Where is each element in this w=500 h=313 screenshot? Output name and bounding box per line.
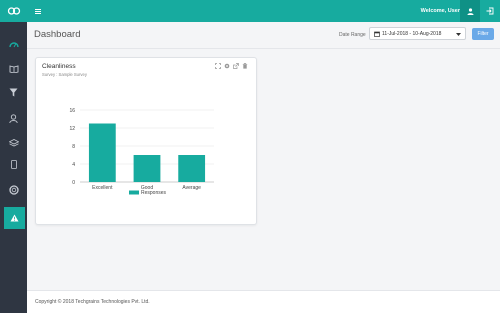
date-range-label: Date Range: [339, 32, 366, 38]
layers-icon: [8, 138, 19, 146]
sidebar-item-book[interactable]: [0, 58, 27, 80]
welcome-text: Welcome, User: [420, 8, 460, 14]
expand-icon[interactable]: [215, 63, 221, 69]
logo-icon[interactable]: [0, 0, 27, 22]
y-tick-label: 12: [69, 126, 75, 132]
y-tick-label: 8: [72, 144, 75, 150]
legend-swatch: [129, 190, 139, 195]
book-icon: [9, 65, 18, 73]
x-tick-label: Excellent: [92, 185, 113, 191]
sidebar-item-filter[interactable]: [0, 81, 27, 103]
y-tick-label: 4: [72, 162, 75, 168]
warning-icon: [10, 214, 19, 222]
card-subtitle: Survey : Sample Survey: [42, 72, 87, 77]
card-title: Cleanliness: [42, 63, 76, 70]
footer: Copyright © 2018 Techgrains Technologies…: [27, 290, 500, 313]
mobile-icon: [10, 159, 17, 169]
lifebuoy-icon: [8, 185, 19, 195]
chart-card: Cleanliness Survey : Sample Survey 0 4 8 12…: [35, 57, 257, 225]
filter-button[interactable]: Filter: [472, 28, 494, 40]
sidebar: [0, 22, 27, 313]
chevron-down-icon: [456, 33, 461, 36]
sidebar-item-mobile[interactable]: [0, 153, 27, 175]
page-header: Dashboard Date Range 11-Jul-2018 - 10-Au…: [27, 22, 500, 49]
legend-label: Responses: [141, 190, 167, 196]
page-title: Dashboard: [34, 29, 81, 40]
sidebar-item-layers[interactable]: [0, 132, 27, 154]
date-range-value: 11-Jul-2018 - 10-Aug-2018: [382, 31, 442, 37]
user-icon: [9, 113, 18, 123]
y-tick-label: 0: [72, 180, 75, 186]
trash-icon[interactable]: [242, 63, 248, 69]
date-range-picker[interactable]: 11-Jul-2018 - 10-Aug-2018: [369, 27, 466, 40]
user-icon[interactable]: [460, 0, 480, 22]
gear-icon[interactable]: [224, 63, 230, 69]
bar: [178, 155, 206, 182]
filter-icon: [9, 88, 18, 96]
hamburger-icon[interactable]: [32, 4, 44, 18]
y-tick-label: 16: [69, 108, 75, 114]
calendar-icon: [374, 31, 380, 37]
bar: [88, 123, 116, 182]
sidebar-item-users[interactable]: [0, 107, 27, 129]
logout-icon[interactable]: [480, 0, 500, 22]
card-tools: [215, 63, 248, 69]
bar: [133, 155, 161, 182]
top-bar: Welcome, User: [0, 0, 500, 22]
external-link-icon[interactable]: [233, 63, 239, 69]
footer-copyright: Copyright © 2018 Techgrains Technologies…: [35, 299, 150, 305]
sidebar-item-dashboard[interactable]: [0, 33, 27, 55]
sidebar-item-support[interactable]: [0, 179, 27, 201]
bar-chart: 0481216Excellent Good AverageResponses: [69, 108, 214, 196]
x-tick-label: Average: [182, 185, 201, 191]
sidebar-item-alerts[interactable]: [4, 207, 25, 229]
dashboard-icon: [8, 42, 19, 48]
